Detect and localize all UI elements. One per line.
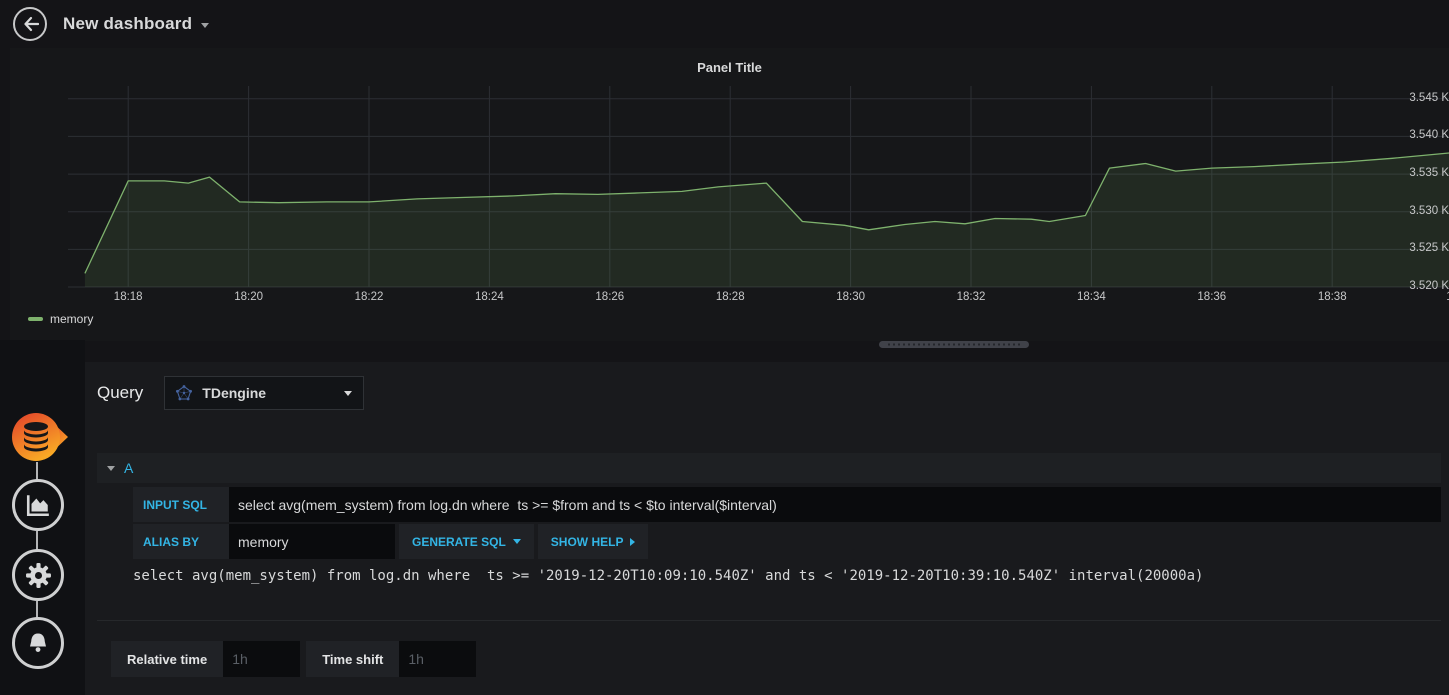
time-shift-label: Time shift — [306, 641, 400, 677]
datasource-picker[interactable]: TDengine — [164, 376, 365, 410]
time-series-chart[interactable]: 3.545 K 3.540 K 3.535 K 3.530 K 3.525 K 3.520… — [10, 86, 1449, 338]
query-row-header[interactable]: A — [97, 453, 1441, 483]
chevron-right-icon — [630, 537, 636, 546]
top-navbar: New dashboard — [0, 0, 1449, 48]
dashboard-title-menu[interactable]: New dashboard — [63, 14, 210, 34]
chart-icon — [26, 495, 49, 517]
alias-by-label: ALIAS BY — [133, 524, 229, 559]
generated-sql-text: select avg(mem_system) from log.dn where… — [133, 568, 1204, 584]
x-axis-tick-label: 18:34 — [1077, 291, 1106, 303]
alias-by-row: ALIAS BY GENERATE SQL SHOW HELP — [133, 524, 649, 559]
graph-panel: Panel Title 3.545 K 3.540 K 3.535 K 3.530 K… — [10, 48, 1449, 341]
legend-series-label[interactable]: memory — [50, 312, 93, 326]
query-section-title: Query — [97, 383, 144, 402]
query-editor: Query TDengine A INPUT SQL ALIAS BY — [85, 362, 1449, 695]
x-axis-tick-label: 18:18 — [113, 291, 143, 303]
y-axis-tick-label: 3.520 K — [1409, 280, 1449, 292]
tab-queries[interactable] — [8, 408, 70, 471]
time-shift-input[interactable] — [399, 641, 477, 677]
y-axis-tick-label: 3.540 K — [1409, 129, 1449, 142]
tab-visualization[interactable] — [12, 479, 64, 531]
y-axis-tick-label: 3.535 K — [1409, 167, 1449, 180]
panel-resize-handle[interactable] — [879, 341, 1029, 348]
chevron-down-icon — [512, 539, 521, 544]
x-axis-tick-label: 18:20 — [234, 291, 263, 303]
rail-connector — [36, 531, 38, 551]
input-sql-label: INPUT SQL — [133, 487, 229, 522]
x-axis-tick-label: 18:22 — [354, 291, 384, 303]
generate-sql-label: GENERATE SQL — [412, 534, 506, 549]
relative-time-label: Relative time — [111, 641, 224, 677]
back-button[interactable] — [13, 7, 47, 41]
query-editor-header: Query TDengine — [97, 376, 365, 410]
time-options-row: Relative time Time shift — [111, 641, 477, 677]
collapse-caret-icon — [107, 465, 115, 471]
show-help-label: SHOW HELP — [550, 534, 624, 549]
database-icon — [12, 413, 68, 461]
y-axis-tick-label: 3.545 K — [1409, 91, 1449, 104]
alias-by-field[interactable] — [229, 524, 395, 559]
tab-alert[interactable] — [12, 617, 64, 669]
datasource-name: TDengine — [202, 385, 267, 401]
x-axis-tick-label: 18:32 — [956, 291, 986, 303]
resize-handle-dots — [887, 343, 1021, 346]
chevron-down-icon — [201, 23, 210, 28]
relative-time-input[interactable] — [223, 641, 301, 677]
arrow-left-icon — [23, 16, 39, 32]
x-axis-tick-label: 18:36 — [1197, 291, 1227, 303]
dashboard-title: New dashboard — [63, 14, 193, 33]
x-axis-tick-label: 18:28 — [715, 291, 745, 303]
x-axis-tick-label: 18:38 — [1317, 291, 1347, 303]
section-divider — [97, 620, 1441, 621]
editor-tab-rail — [0, 340, 85, 695]
query-ref-id: A — [124, 460, 134, 476]
chart-legend: memory — [28, 312, 93, 326]
input-sql-row: INPUT SQL — [133, 487, 1441, 522]
tab-general[interactable] — [12, 549, 64, 601]
show-help-button[interactable]: SHOW HELP — [537, 524, 649, 559]
tdengine-icon — [176, 385, 193, 401]
legend-color-chip — [28, 317, 43, 321]
chevron-down-icon — [344, 390, 353, 396]
panel-title[interactable]: Panel Title — [10, 48, 1449, 75]
y-axis-tick-label: 3.530 K — [1409, 204, 1449, 217]
bell-icon — [30, 633, 46, 652]
x-axis-tick-label: 18:24 — [475, 291, 504, 303]
gear-icon — [25, 562, 51, 588]
x-axis-tick-label: 18:26 — [595, 291, 625, 303]
x-axis-tick-label: 18:30 — [836, 291, 865, 303]
generate-sql-button[interactable]: GENERATE SQL — [399, 524, 534, 559]
y-axis-tick-label: 3.525 K — [1409, 242, 1449, 255]
input-sql-field[interactable] — [229, 487, 1441, 522]
